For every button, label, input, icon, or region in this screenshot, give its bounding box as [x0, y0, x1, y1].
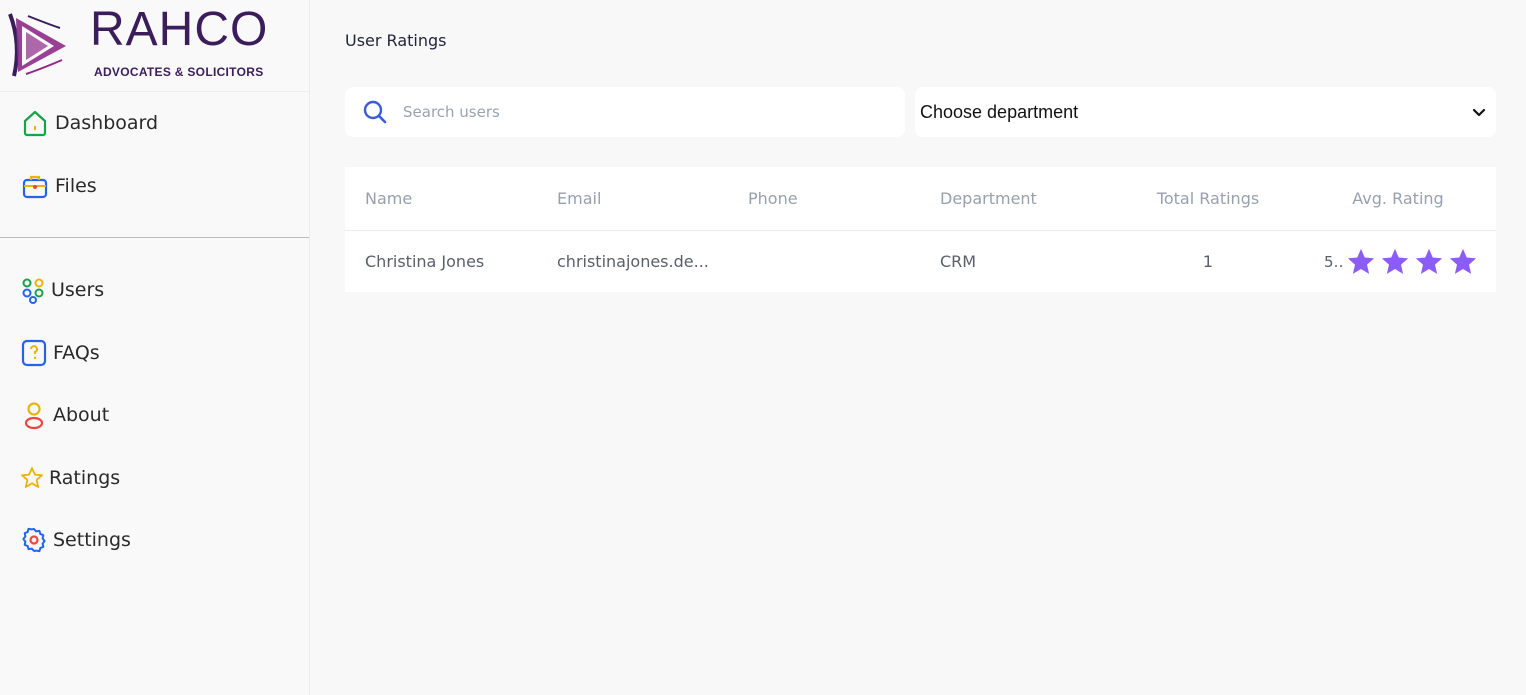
sidebar-item-label: About — [53, 404, 110, 426]
search-input[interactable] — [403, 103, 863, 121]
sidebar-item-files[interactable]: Files — [20, 171, 97, 201]
app-root: RAHCO ADVOCATES & SOLICITORS Dashboard F… — [0, 0, 1526, 695]
sidebar-item-label: FAQs — [53, 342, 100, 364]
rating-star-icon — [1344, 246, 1378, 278]
brand-tagline: ADVOCATES & SOLICITORS — [94, 65, 264, 79]
sidebar: RAHCO ADVOCATES & SOLICITORS Dashboard F… — [0, 0, 310, 695]
sidebar-item-label: Dashboard — [55, 112, 159, 134]
rating-star-icon — [1446, 246, 1480, 278]
sidebar-item-label: Settings — [53, 529, 131, 551]
cell-email-text: christinajones.de... — [557, 252, 709, 271]
header-avg-rating[interactable]: Avg. Rating — [1300, 167, 1496, 230]
page-title: User Ratings — [345, 31, 447, 50]
sidebar-item-users[interactable]: Users — [20, 275, 104, 305]
brand-name: RAHCO — [90, 3, 269, 56]
gear-icon — [20, 525, 48, 555]
search-icon — [360, 97, 390, 127]
brand-logo[interactable]: RAHCO ADVOCATES & SOLICITORS — [0, 0, 309, 92]
department-select[interactable]: Choose department — [915, 87, 1496, 137]
rating-star-icon — [1412, 246, 1446, 278]
cell-department: CRM — [940, 252, 977, 271]
header-name[interactable]: Name — [365, 167, 545, 230]
question-icon — [20, 338, 48, 368]
avg-rating-value: 5... — [1324, 252, 1344, 271]
ratings-table: Name Email Phone Department Total Rating… — [345, 167, 1496, 292]
table-row[interactable]: Christina Jones christinajones.de... CRM… — [345, 231, 1496, 292]
sidebar-item-ratings[interactable]: Ratings — [20, 463, 120, 493]
rating-star-icon — [1378, 246, 1412, 278]
search-box[interactable] — [345, 87, 905, 137]
main-content: User Ratings Choose department Name Emai… — [310, 0, 1526, 695]
sidebar-item-label: Users — [51, 279, 105, 301]
sidebar-divider — [0, 237, 309, 238]
cell-total-ratings: 1 — [1202, 252, 1214, 271]
sidebar-item-dashboard[interactable]: Dashboard — [20, 108, 158, 138]
sidebar-item-label: Ratings — [49, 467, 121, 489]
cell-email: christinajones.de... — [557, 231, 737, 292]
rahco-logo-icon — [8, 13, 66, 77]
home-icon — [20, 108, 50, 138]
person-icon — [20, 400, 48, 430]
header-email[interactable]: Email — [557, 167, 737, 230]
sidebar-item-faqs[interactable]: FAQs — [20, 338, 100, 368]
star-icon — [20, 463, 44, 493]
table-header: Name Email Phone Department Total Rating… — [345, 167, 1496, 231]
sidebar-item-label: Files — [55, 175, 97, 197]
briefcase-icon — [20, 171, 50, 201]
sidebar-item-settings[interactable]: Settings — [20, 525, 131, 555]
header-department[interactable]: Department — [940, 167, 1120, 230]
cell-name: Christina Jones — [365, 252, 485, 271]
users-icon — [20, 275, 46, 305]
header-total-ratings[interactable]: Total Ratings — [1125, 167, 1291, 230]
sidebar-item-about[interactable]: About — [20, 400, 109, 430]
header-phone[interactable]: Phone — [748, 167, 928, 230]
cell-phone — [748, 231, 928, 292]
cell-avg-rating: 5... — [1324, 231, 1496, 292]
rating-stars — [1344, 246, 1480, 278]
department-select-value: Choose department — [920, 101, 1079, 122]
chevron-down-icon — [1472, 103, 1486, 122]
